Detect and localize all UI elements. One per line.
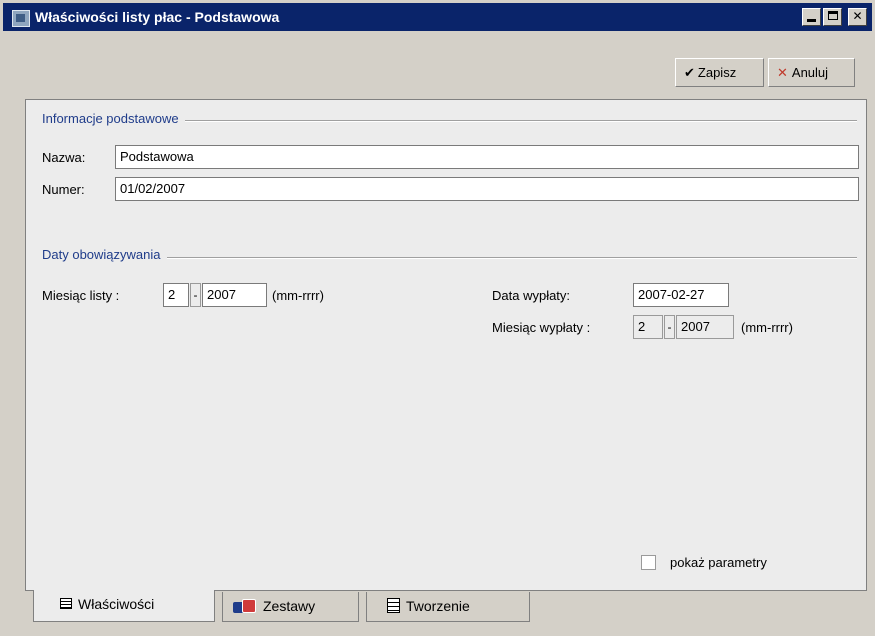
title-bar[interactable]: Właściwości listy płac - Podstawowa ✕	[3, 3, 872, 31]
payment-year-input[interactable]: 2007	[676, 315, 734, 339]
check-icon: ✔	[684, 66, 695, 81]
minimize-button[interactable]	[802, 8, 821, 26]
tab-creation[interactable]: Tworzenie	[366, 592, 530, 622]
tab-creation-label: Tworzenie	[406, 598, 470, 614]
payment-date-label: Data wypłaty:	[492, 288, 571, 303]
properties-panel: Informacje podstawowe Nazwa: Podstawowa …	[25, 99, 867, 591]
document-icon	[387, 598, 400, 614]
maximize-button[interactable]	[823, 8, 842, 26]
payroll-list-properties-window: Właściwości listy płac - Podstawowa ✕ ✔ Z…	[0, 0, 875, 636]
tab-sets-label: Zestawy	[263, 598, 316, 614]
payment-month-separator: -	[664, 315, 675, 339]
minimize-icon	[807, 19, 816, 22]
name-label: Nazwa:	[42, 150, 86, 165]
app-icon	[12, 10, 30, 27]
list-month-separator: -	[190, 283, 201, 307]
tab-properties[interactable]: Właściwości	[33, 590, 215, 622]
payment-date-input[interactable]: 2007-02-27	[633, 283, 729, 307]
list-icon	[60, 598, 72, 610]
dates-header: Daty obowiązywania	[42, 247, 167, 262]
number-label: Numer:	[42, 182, 85, 197]
save-button[interactable]: ✔ Zapisz	[675, 58, 764, 87]
list-year-input[interactable]: 2007	[202, 283, 267, 307]
number-input[interactable]: 01/02/2007	[115, 177, 859, 201]
tab-sets[interactable]: Zestawy	[222, 592, 359, 622]
close-icon: ✕	[777, 66, 788, 81]
payment-month-input[interactable]: 2	[633, 315, 663, 339]
show-parameters-label: pokaż parametry	[670, 555, 767, 570]
maximize-icon	[827, 11, 838, 20]
name-input[interactable]: Podstawowa	[115, 145, 859, 169]
save-label: Zapisz	[697, 65, 737, 80]
list-month-label: Miesiąc listy :	[42, 288, 120, 303]
list-date-format: (mm-rrrr)	[272, 288, 324, 303]
basic-info-header: Informacje podstawowe	[42, 111, 185, 126]
window-title: Właściwości listy płac - Podstawowa	[35, 9, 280, 25]
show-parameters-checkbox[interactable]	[641, 555, 656, 570]
sets-icon	[233, 598, 257, 614]
cancel-button[interactable]: ✕ Anuluj	[768, 58, 855, 87]
list-month-input[interactable]: 2	[163, 283, 189, 307]
payment-date-format: (mm-rrrr)	[741, 320, 793, 335]
payment-month-label: Miesiąc wypłaty :	[492, 320, 591, 335]
cancel-label: Anuluj	[791, 65, 829, 80]
close-icon: ✕	[852, 9, 863, 23]
close-button[interactable]: ✕	[848, 8, 867, 26]
tab-properties-label: Właściwości	[78, 596, 155, 612]
